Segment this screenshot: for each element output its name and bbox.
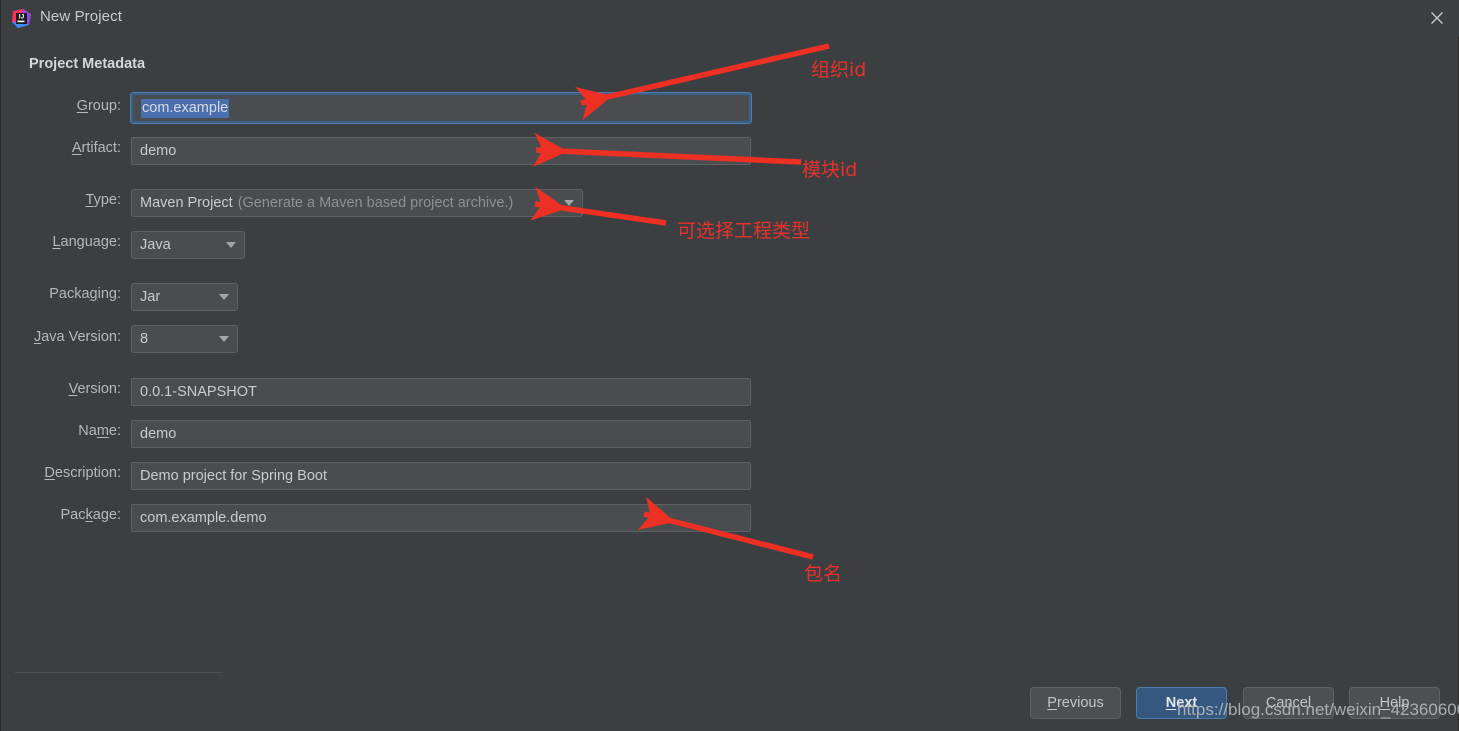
version-input[interactable]: 0.0.1-SNAPSHOT: [131, 378, 751, 406]
type-combobox[interactable]: Maven Project (Generate a Maven based pr…: [131, 189, 583, 217]
label-packaging: Packaging:: [49, 286, 121, 302]
language-combobox-value: Java: [140, 237, 171, 253]
label-package: Package:: [60, 507, 121, 523]
label-description: Description:: [44, 465, 121, 481]
description-input-value: Demo project for Spring Boot: [140, 468, 327, 484]
label-language: Language:: [52, 234, 121, 250]
group-input[interactable]: com.example: [130, 92, 752, 124]
type-combobox-value: Maven Project: [140, 195, 233, 211]
annotation-label-artifact: 模块id: [802, 159, 858, 181]
version-input-value: 0.0.1-SNAPSHOT: [140, 384, 257, 400]
name-input-value: demo: [140, 426, 177, 442]
label-group: Group:: [29, 98, 121, 128]
annotation-label-group: 组织id: [811, 59, 867, 81]
artifact-input-value: demo: [140, 143, 177, 159]
chevron-down-icon[interactable]: [211, 284, 237, 310]
title-bar: IJ New Project: [1, 0, 1459, 37]
java-version-combobox-value: 8: [140, 331, 149, 347]
label-group-text: roup:: [87, 98, 121, 114]
language-combobox[interactable]: Java: [131, 231, 245, 259]
intellij-idea-logo-icon: IJ: [11, 8, 32, 29]
annotation-label-type: 可选择工程类型: [677, 220, 811, 242]
group-input-value: com.example: [141, 98, 230, 118]
type-combobox-hint: (Generate a Maven based project archive.…: [237, 195, 514, 211]
new-project-dialog: IJ New Project Project Metadata Group: A…: [0, 0, 1459, 731]
label-name: Name:: [78, 423, 121, 439]
description-input[interactable]: Demo project for Spring Boot: [131, 462, 751, 490]
close-icon[interactable]: [1414, 0, 1459, 36]
label-type: Type:: [85, 192, 121, 208]
chevron-down-icon[interactable]: [218, 232, 244, 258]
artifact-input[interactable]: demo: [131, 137, 751, 165]
annotation-label-package: 包名: [804, 563, 843, 585]
section-title: Project Metadata: [29, 56, 146, 72]
footer-divider: [15, 672, 223, 673]
packaging-combobox[interactable]: Jar: [131, 283, 238, 311]
name-input[interactable]: demo: [131, 420, 751, 448]
previous-button[interactable]: Previous: [1030, 687, 1121, 719]
label-java-version: Java Version:: [33, 329, 121, 345]
chevron-down-icon[interactable]: [556, 190, 582, 216]
chevron-down-icon[interactable]: [211, 326, 237, 352]
svg-text:IJ: IJ: [19, 14, 25, 21]
label-version: Version:: [68, 381, 121, 397]
package-input-value: com.example.demo: [140, 510, 267, 526]
java-version-combobox[interactable]: 8: [131, 325, 238, 353]
label-group-mnemonic: G: [76, 98, 88, 114]
packaging-combobox-value: Jar: [140, 289, 161, 305]
package-input[interactable]: com.example.demo: [131, 504, 751, 532]
label-artifact: Artifact:: [71, 140, 121, 156]
window-title: New Project: [40, 8, 122, 25]
watermark-url: https://blog.csdn.net/weixin_42360600: [1177, 700, 1459, 719]
